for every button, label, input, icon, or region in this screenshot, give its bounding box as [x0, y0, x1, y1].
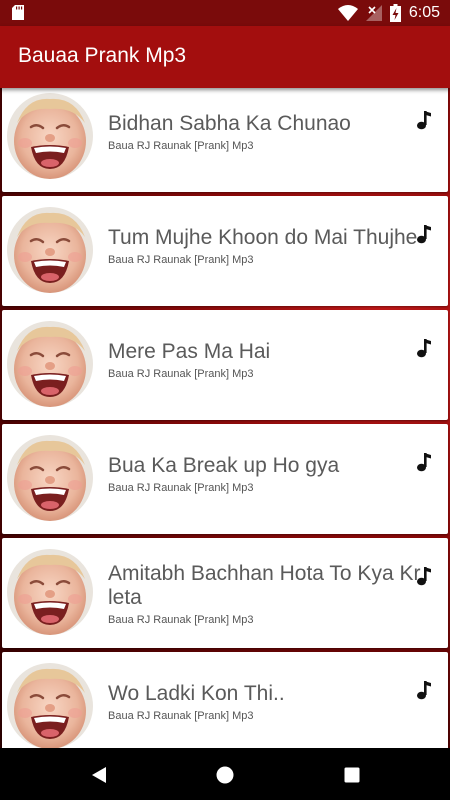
song-title: Mere Pas Ma Hai [108, 340, 271, 363]
baby-face-avatar [7, 435, 93, 521]
status-time: 6:05 [408, 4, 440, 21]
song-title: Bua Ka Break up Ho gya [108, 454, 340, 477]
music-note-icon[interactable] [414, 224, 432, 244]
battery-charging-icon [389, 4, 401, 22]
song-card[interactable]: Bidhan Sabha Ka Chunao Baua RJ Raunak [P… [2, 88, 448, 192]
app-bar: Bauaa Prank Mp3 [0, 26, 450, 88]
song-subtitle: Baua RJ Raunak [Prank] Mp3 [108, 368, 254, 380]
wifi-icon [337, 5, 358, 21]
baby-face-avatar [7, 321, 93, 407]
song-list: Bidhan Sabha Ka Chunao Baua RJ Raunak [P… [0, 88, 450, 748]
sd-card-icon [12, 5, 24, 20]
song-title: Wo Ladki Kon Thi.. [108, 682, 285, 705]
song-subtitle: Baua RJ Raunak [Prank] Mp3 [108, 140, 254, 152]
signal-off-icon [365, 5, 382, 21]
song-card[interactable]: Bua Ka Break up Ho gya Baua RJ Raunak [P… [2, 424, 448, 534]
app-title: Bauaa Prank Mp3 [18, 44, 187, 67]
song-subtitle: Baua RJ Raunak [Prank] Mp3 [108, 482, 254, 494]
music-note-icon[interactable] [414, 110, 432, 130]
song-card[interactable]: Amitabh Bachhan Hota To Kya Kr leta Baua… [2, 538, 448, 648]
music-note-icon[interactable] [414, 680, 432, 700]
baby-face-avatar [7, 207, 93, 293]
music-note-icon[interactable] [414, 452, 432, 472]
song-subtitle: Baua RJ Raunak [Prank] Mp3 [108, 254, 254, 266]
navigation-bar [0, 748, 450, 800]
song-title: Bidhan Sabha Ka Chunao [108, 112, 351, 135]
song-subtitle: Baua RJ Raunak [Prank] Mp3 [108, 614, 254, 626]
baby-face-avatar [7, 549, 93, 635]
song-subtitle: Baua RJ Raunak [Prank] Mp3 [108, 710, 254, 722]
back-icon[interactable] [88, 764, 110, 786]
home-icon[interactable] [214, 764, 236, 786]
baby-face-avatar [7, 93, 93, 179]
recent-apps-icon[interactable] [341, 764, 363, 786]
song-list-container[interactable]: Bidhan Sabha Ka Chunao Baua RJ Raunak [P… [0, 88, 450, 748]
song-title: Amitabh Bachhan Hota To Kya Kr leta [108, 562, 421, 609]
song-card[interactable]: Mere Pas Ma Hai Baua RJ Raunak [Prank] M… [2, 310, 448, 420]
music-note-icon[interactable] [414, 566, 432, 586]
song-title: Tum Mujhe Khoon do Mai Thujhe [108, 226, 418, 249]
song-card[interactable]: Tum Mujhe Khoon do Mai Thujhe Baua RJ Ra… [2, 196, 448, 306]
status-bar: 6:05 [0, 0, 450, 26]
baby-face-avatar [7, 663, 93, 748]
song-card[interactable]: Wo Ladki Kon Thi.. Baua RJ Raunak [Prank… [2, 652, 448, 748]
music-note-icon[interactable] [414, 338, 432, 358]
